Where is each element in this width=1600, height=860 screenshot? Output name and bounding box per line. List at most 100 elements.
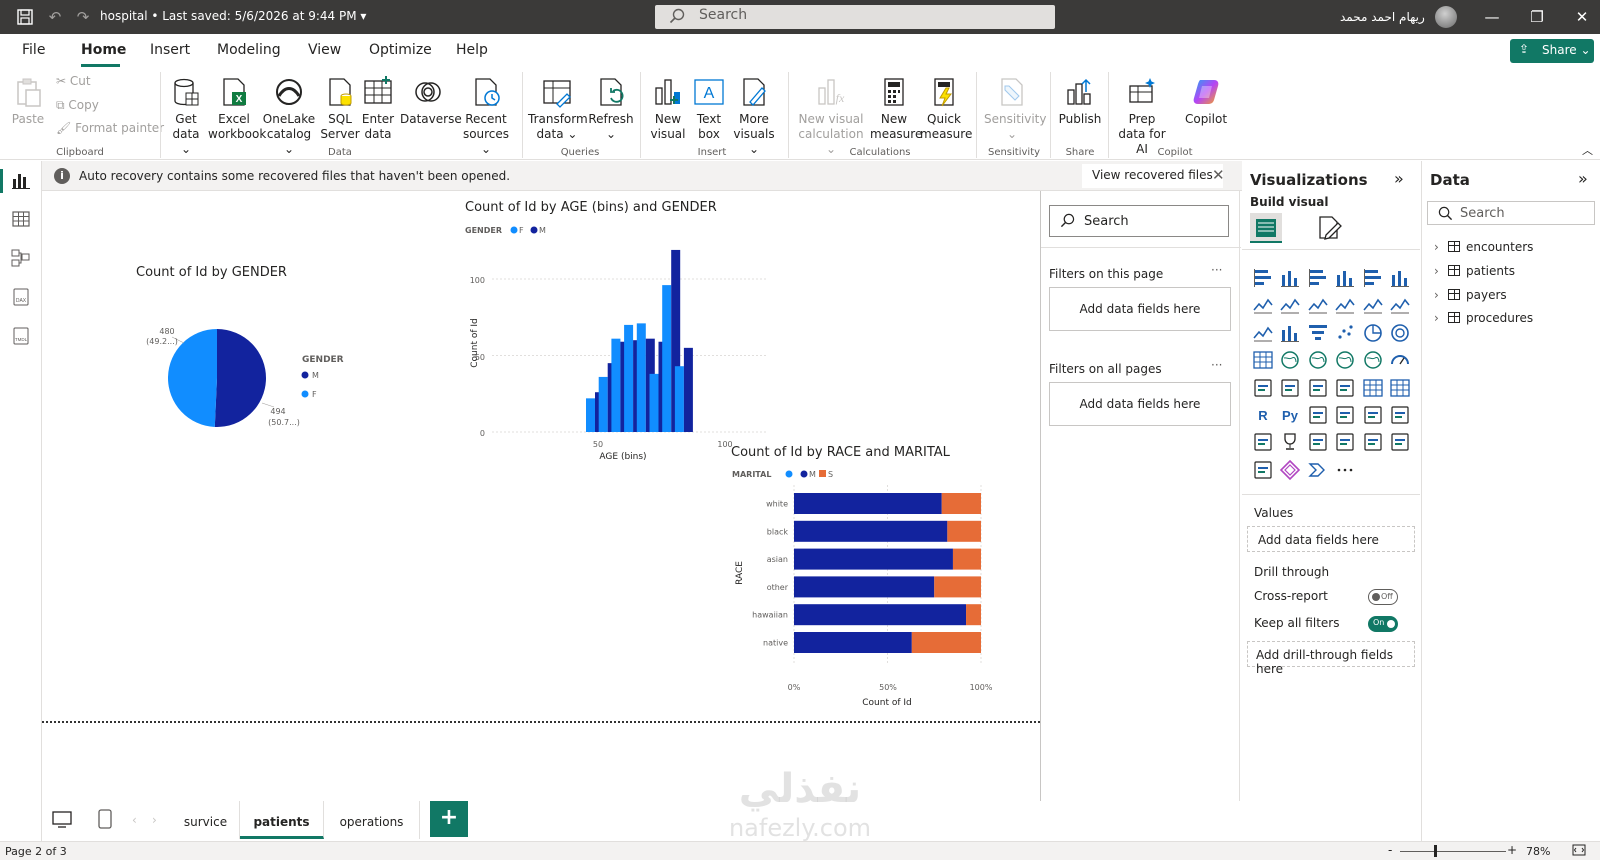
bar-segment-s[interactable]	[966, 604, 981, 626]
keep-filters-toggle[interactable]: On	[1368, 616, 1398, 632]
paginated-icon[interactable]	[1252, 431, 1274, 453]
r-script-icon[interactable]: R	[1252, 404, 1274, 426]
cut-button[interactable]: ✂ Cut	[56, 74, 91, 88]
treemap-icon[interactable]	[1252, 349, 1274, 371]
drill-through-dropzone[interactable]: Add drill-through fields here	[1247, 641, 1415, 676]
dataverse-button[interactable]: Dataverse	[400, 76, 462, 127]
page-tab-survice[interactable]: survice	[172, 801, 240, 839]
mobile-layout-icon[interactable]	[98, 809, 112, 832]
decomposition-tree-icon[interactable]	[1334, 404, 1356, 426]
column-bar-f[interactable]	[624, 324, 634, 432]
trophy-icon[interactable]	[1279, 431, 1301, 453]
zoom-out-icon[interactable]: -	[1388, 843, 1392, 857]
new-visual-button[interactable]: New visual	[648, 76, 688, 142]
bar-segment-s[interactable]	[941, 493, 981, 514]
quick-measure-button[interactable]: Quick measure	[920, 76, 972, 142]
close-icon[interactable]: ✕	[1212, 166, 1225, 184]
column-bar-f[interactable]	[649, 373, 659, 432]
undo-icon[interactable]: ↶	[46, 8, 64, 26]
search-input[interactable]: Search	[655, 5, 1055, 29]
column-bar-f[interactable]	[674, 366, 684, 432]
copilot-button[interactable]: Copilot	[1180, 76, 1232, 127]
stacked-bar-icon[interactable]	[1252, 267, 1274, 289]
image-icon[interactable]	[1389, 431, 1411, 453]
model-view-icon[interactable]	[11, 248, 31, 268]
publish-button[interactable]: Publish	[1058, 76, 1102, 127]
100-bar-icon[interactable]	[1362, 267, 1384, 289]
menu-home[interactable]: Home	[81, 42, 126, 58]
transform-data-button[interactable]: Transform data ⌄	[528, 76, 588, 142]
bar-segment-s[interactable]	[934, 576, 981, 598]
desktop-layout-icon[interactable]	[52, 811, 72, 832]
funnel-icon[interactable]	[1307, 322, 1329, 344]
report-view-icon[interactable]	[11, 170, 31, 190]
text-box-button[interactable]: A Text box	[690, 76, 728, 142]
bar-segment-m[interactable]	[794, 604, 967, 626]
dax-query-view-icon[interactable]: DAX	[11, 287, 31, 307]
format-painter-button[interactable]: 🖌 Format painter	[56, 121, 164, 135]
card-icon[interactable]	[1252, 377, 1274, 399]
more-options-icon[interactable]: ···	[1211, 263, 1222, 277]
clustered-bar-icon[interactable]	[1307, 267, 1329, 289]
format-visual-tab[interactable]	[1316, 215, 1342, 244]
stacked-area-icon[interactable]	[1307, 294, 1329, 316]
python-icon[interactable]: Py	[1279, 404, 1301, 426]
menu-view[interactable]: View	[308, 42, 341, 58]
page-tab-patients[interactable]: patients	[240, 801, 324, 839]
column-bar-f[interactable]	[636, 323, 646, 432]
table-patients[interactable]: › patients	[1434, 264, 1515, 278]
page-tab-operations[interactable]: operations	[324, 801, 420, 839]
filter-all-dropzone[interactable]: Add data fields here	[1049, 382, 1231, 426]
refresh-button[interactable]: Refresh ⌄	[588, 76, 634, 142]
kpi-icon[interactable]	[1307, 377, 1329, 399]
get-data-button[interactable]: Get data ⌄	[166, 76, 206, 157]
excel-workbook-button[interactable]: X Excel workbook	[208, 76, 266, 142]
filter-search-input[interactable]: Search	[1049, 205, 1229, 237]
new-visual-calculation-button[interactable]: fx New visual calculation ⌄	[796, 76, 866, 157]
save-icon[interactable]	[16, 8, 34, 26]
column-bar-f[interactable]	[662, 285, 672, 432]
cross-report-toggle[interactable]: Off	[1368, 589, 1398, 605]
line-clustered-column-icon[interactable]	[1389, 294, 1411, 316]
recent-sources-button[interactable]: Recent sources ⌄	[460, 76, 512, 157]
table-icon[interactable]	[1362, 377, 1384, 399]
qa-icon[interactable]	[1362, 404, 1384, 426]
stacked-column-icon[interactable]	[1279, 267, 1301, 289]
bar-segment-m[interactable]	[794, 548, 953, 570]
matrix-icon[interactable]	[1389, 377, 1411, 399]
menu-file[interactable]: File	[22, 42, 45, 58]
power-apps-icon[interactable]	[1307, 431, 1329, 453]
key-influencers-icon[interactable]	[1307, 404, 1329, 426]
enter-data-button[interactable]: Enter data	[360, 76, 396, 142]
scroll-left-icon[interactable]: ‹	[132, 813, 137, 827]
column-chart[interactable]: GENDER F M 100 50 0 50 100 AGE (bins) Co…	[457, 221, 777, 461]
100-column-icon[interactable]	[1389, 267, 1411, 289]
menu-insert[interactable]: Insert	[150, 42, 190, 58]
column-bar-f[interactable]	[611, 338, 621, 432]
prep-data-ai-button[interactable]: Prep data for AI	[1114, 76, 1170, 157]
paste-button[interactable]: Paste	[10, 76, 46, 127]
multi-row-card-icon[interactable]	[1279, 377, 1301, 399]
zoom-in-icon[interactable]: +	[1507, 843, 1517, 857]
line-icon[interactable]	[1252, 294, 1274, 316]
pie-icon[interactable]	[1362, 322, 1384, 344]
shape-map-icon[interactable]	[1334, 349, 1356, 371]
column-bar-m[interactable]	[683, 347, 693, 432]
smart-narrative-icon[interactable]	[1389, 404, 1411, 426]
sensitivity-button[interactable]: Sensitivity ⌄	[984, 76, 1046, 142]
table-procedures[interactable]: › procedures	[1434, 311, 1533, 325]
values-dropzone[interactable]: Add data fields here	[1247, 526, 1415, 552]
close-icon[interactable]: ✕	[1572, 8, 1592, 26]
metrics-icon[interactable]	[1362, 431, 1384, 453]
100-area-icon[interactable]	[1334, 294, 1356, 316]
more-icon[interactable]	[1334, 459, 1356, 481]
clustered-column-icon[interactable]	[1334, 267, 1356, 289]
onelake-catalog-button[interactable]: OneLake catalog ⌄	[262, 76, 316, 157]
tmdl-view-icon[interactable]: TMDL	[11, 326, 31, 346]
column-bar-f[interactable]	[586, 398, 595, 432]
redo-icon[interactable]: ↷	[74, 8, 92, 26]
bar-segment-m[interactable]	[794, 576, 935, 598]
donut-icon[interactable]	[1389, 322, 1411, 344]
data-search-input[interactable]: Search	[1427, 201, 1595, 225]
collapse-pane-icon[interactable]: »	[1578, 169, 1588, 188]
